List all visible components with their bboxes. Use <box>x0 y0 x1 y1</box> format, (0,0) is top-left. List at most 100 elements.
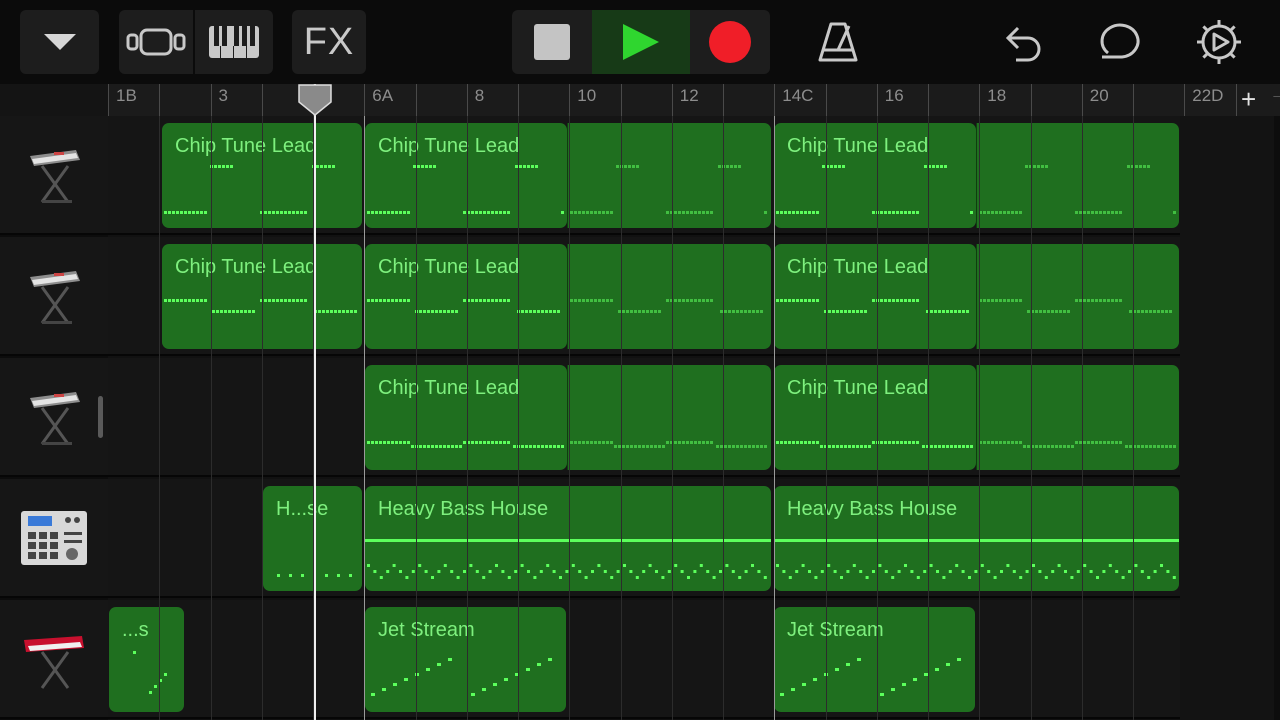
midi-note <box>318 310 321 313</box>
midi-note <box>570 441 573 444</box>
track-lane-1[interactable]: Chip Tune Lead Chip Tune Lead Chip Tune Le… <box>108 116 1280 235</box>
midi-note <box>950 445 953 448</box>
track-header-2[interactable] <box>0 237 108 356</box>
track-lane-4[interactable]: H...se Heavy Bass House Heavy Bass House <box>108 479 1280 598</box>
undo-icon <box>1005 26 1041 62</box>
track-header-4[interactable] <box>0 479 108 598</box>
region[interactable] <box>976 244 1179 349</box>
midi-note <box>1139 165 1142 168</box>
midi-note <box>1099 441 1102 444</box>
ruler-tick <box>979 84 981 116</box>
midi-note <box>1103 441 1106 444</box>
midi-note <box>561 211 564 214</box>
midi-note <box>288 211 291 214</box>
midi-note <box>816 441 819 444</box>
midi-note <box>425 165 428 168</box>
playhead-handle[interactable] <box>298 84 332 116</box>
midi-note <box>936 570 939 573</box>
midi-note <box>1003 299 1006 302</box>
header-scroll-indicator[interactable] <box>98 396 103 438</box>
region[interactable]: ...s <box>109 607 184 712</box>
region[interactable]: Jet Stream <box>365 607 566 712</box>
midi-note <box>284 299 287 302</box>
region[interactable]: Chip Tune Lead <box>774 365 976 470</box>
ruler-tick <box>928 84 929 116</box>
midi-note <box>801 564 805 567</box>
midi-note <box>222 165 225 168</box>
empty-timeline-area[interactable] <box>1180 116 1280 720</box>
midi-note <box>272 211 275 214</box>
midi-note <box>168 299 171 302</box>
midi-note <box>864 445 867 448</box>
midi-note <box>479 211 482 214</box>
browser-button[interactable] <box>119 10 193 74</box>
loop-browser-button[interactable] <box>1093 14 1149 70</box>
midi-note <box>966 445 969 448</box>
region[interactable] <box>976 123 1179 228</box>
grid-line <box>825 116 827 720</box>
midi-note <box>463 299 466 302</box>
midi-note <box>553 310 556 313</box>
settings-button[interactable] <box>1191 14 1247 70</box>
region-title: Jet Stream <box>787 619 884 641</box>
midi-note <box>780 441 783 444</box>
midi-note <box>736 445 739 448</box>
midi-note <box>908 299 911 302</box>
midi-note <box>431 310 434 313</box>
track-header-5[interactable] <box>0 600 108 719</box>
midi-note <box>1129 445 1132 448</box>
midi-note <box>399 211 402 214</box>
midi-note <box>942 445 945 448</box>
midi-note <box>904 441 907 444</box>
region[interactable]: Heavy Bass House <box>365 486 771 591</box>
midi-note <box>999 441 1002 444</box>
region[interactable] <box>567 244 771 349</box>
region-title: Jet Stream <box>378 619 475 641</box>
track-lane-2[interactable]: Chip Tune Lead Chip Tune Lead Chip Tune Le… <box>108 237 1280 356</box>
track-header-3[interactable] <box>0 358 108 477</box>
add-section-button[interactable]: + <box>1241 86 1256 112</box>
midi-note <box>1103 299 1106 302</box>
metronome-button[interactable] <box>810 14 866 70</box>
midi-note <box>526 668 530 671</box>
undo-button[interactable] <box>994 14 1050 70</box>
ruler-header-spacer <box>0 84 108 116</box>
midi-note <box>662 445 665 448</box>
region[interactable] <box>976 365 1179 470</box>
region[interactable] <box>567 123 771 228</box>
midi-note <box>813 678 817 681</box>
tracks-area[interactable]: Chip Tune Lead Chip Tune Lead Chip Tune Le… <box>108 116 1280 720</box>
midi-note <box>176 299 179 302</box>
stop-button[interactable] <box>512 10 592 74</box>
midi-note <box>752 310 755 313</box>
midi-note <box>503 211 506 214</box>
midi-note <box>1095 299 1098 302</box>
fx-button[interactable]: FX <box>292 10 366 74</box>
region[interactable]: Heavy Bass House <box>774 486 1179 591</box>
midi-note <box>419 445 422 448</box>
midi-note <box>860 310 863 313</box>
midi-note <box>164 673 167 676</box>
midi-note <box>1095 211 1098 214</box>
track-lane-5[interactable]: ...s Jet Stream Jet Stream <box>108 600 1280 719</box>
record-button[interactable] <box>690 10 770 74</box>
tracks-menu-button[interactable] <box>20 10 99 74</box>
midi-note <box>545 445 548 448</box>
track-lane-3[interactable]: Chip Tune Lead Chip Tune Lead <box>108 358 1280 477</box>
track-header-1[interactable] <box>0 116 108 235</box>
midi-note <box>570 211 573 214</box>
region[interactable]: Jet Stream <box>774 607 975 712</box>
midi-note <box>1107 299 1110 302</box>
midi-note <box>350 310 353 313</box>
region[interactable]: Chip Tune Lead <box>774 123 976 228</box>
region-title: Chip Tune Lead <box>787 256 929 278</box>
region[interactable] <box>567 365 771 470</box>
region[interactable]: Chip Tune Lead <box>774 244 976 349</box>
midi-note <box>537 310 540 313</box>
midi-note <box>836 310 839 313</box>
midi-note <box>800 211 803 214</box>
keyboard-button[interactable] <box>195 10 273 74</box>
play-button[interactable] <box>592 10 690 74</box>
timeline-ruler[interactable]: 1B356A8101214C16182022D <box>108 84 1280 116</box>
midi-note <box>1007 299 1010 302</box>
